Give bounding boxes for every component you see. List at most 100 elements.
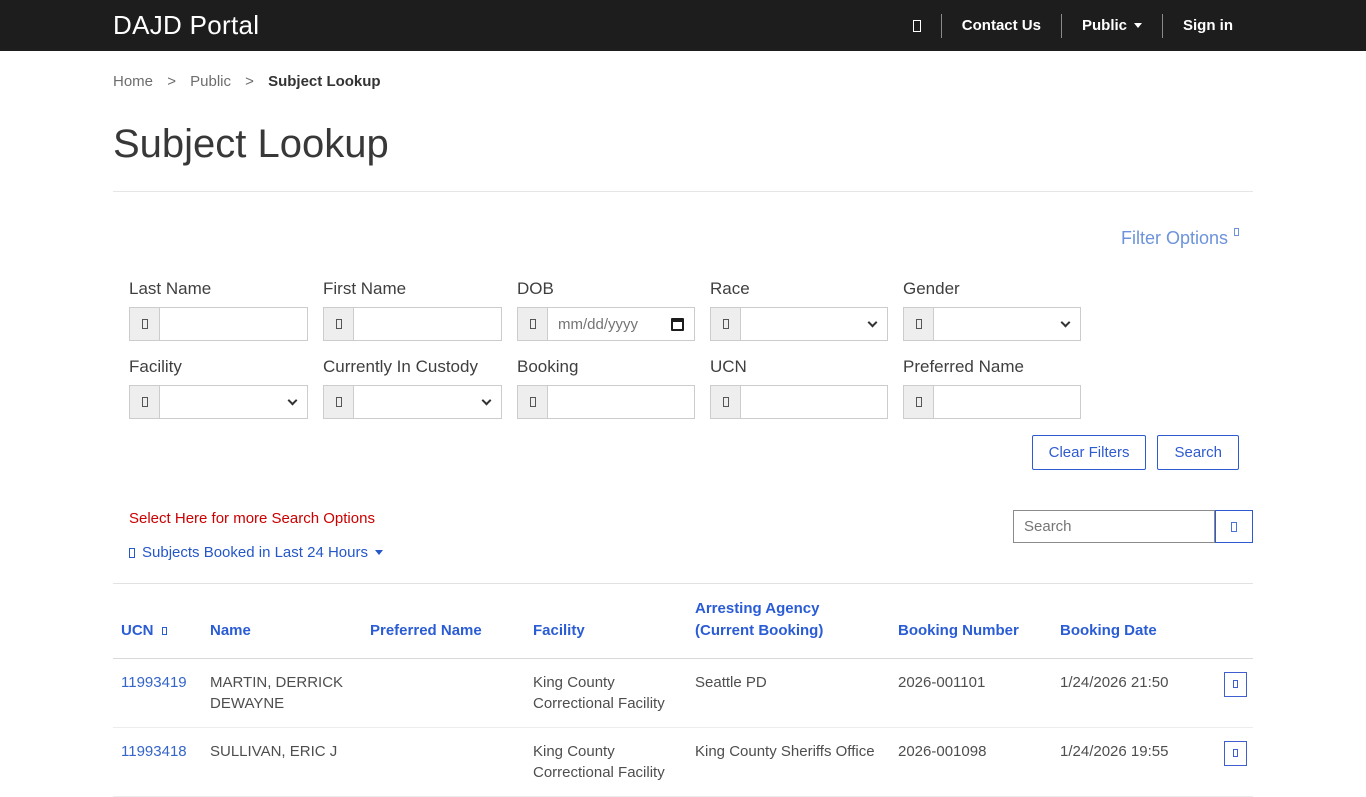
column-header-name[interactable]: Name bbox=[202, 584, 362, 659]
filter-field-facility: Facility bbox=[129, 357, 308, 419]
field-label: DOB bbox=[517, 279, 554, 298]
field-label: Last Name bbox=[129, 279, 212, 298]
filter-field-first-name: First Name bbox=[323, 279, 502, 341]
dob-date-input[interactable]: mm/dd/yyyy bbox=[548, 308, 694, 340]
field-label: UCN bbox=[710, 357, 747, 376]
last-name-input[interactable] bbox=[160, 308, 307, 340]
sort-icon[interactable] bbox=[161, 626, 167, 635]
first-name-input[interactable] bbox=[354, 308, 501, 340]
clear-filters-button[interactable]: Clear Filters bbox=[1031, 435, 1147, 470]
input-addon bbox=[518, 308, 548, 340]
breadcrumb-current: Subject Lookup bbox=[268, 73, 381, 90]
date-placeholder: mm/dd/yyyy bbox=[558, 315, 639, 333]
list-icon bbox=[129, 547, 135, 558]
facility-select[interactable] bbox=[160, 386, 307, 418]
chevron-down-icon bbox=[867, 317, 878, 328]
booking-input[interactable] bbox=[548, 386, 694, 418]
currently-in-custody-select[interactable] bbox=[354, 386, 501, 418]
table-row: 11993418 SULLIVAN, ERIC J King County Co… bbox=[113, 727, 1253, 797]
table-header-row: UCN Name Preferred Name Facility Arresti… bbox=[113, 584, 1253, 659]
field-label: Preferred Name bbox=[903, 357, 1024, 376]
race-select[interactable] bbox=[741, 308, 887, 340]
input-addon-icon bbox=[141, 397, 148, 407]
table-search-input[interactable] bbox=[1013, 510, 1215, 543]
breadcrumb-public[interactable]: Public bbox=[190, 73, 231, 90]
input-addon-icon bbox=[335, 319, 342, 329]
row-action-button[interactable] bbox=[1224, 740, 1247, 766]
field-label: Facility bbox=[129, 357, 182, 376]
brand-link[interactable]: DAJD Portal bbox=[113, 10, 259, 41]
preferred-name-cell bbox=[362, 658, 525, 728]
breadcrumb: Home > Public > Subject Lookup bbox=[113, 73, 1253, 90]
booking-number-cell: 2026-001098 bbox=[890, 727, 1052, 797]
ucn-link[interactable]: 11993418 bbox=[121, 743, 187, 760]
column-header-facility[interactable]: Facility bbox=[525, 584, 687, 659]
filter-options-icon bbox=[1234, 228, 1239, 236]
breadcrumb-separator: > bbox=[167, 73, 176, 90]
filter-field-currently-in-custody: Currently In Custody bbox=[323, 357, 502, 419]
column-header-actions bbox=[1216, 584, 1253, 659]
breadcrumb-home[interactable]: Home bbox=[113, 73, 153, 90]
input-addon bbox=[324, 386, 354, 418]
caret-down-icon bbox=[374, 550, 383, 555]
row-action-button[interactable] bbox=[1224, 671, 1247, 697]
calendar-icon[interactable] bbox=[671, 317, 684, 331]
facility-cell: King County Correctional Facility bbox=[525, 658, 687, 728]
booking-number-cell: 2026-001101 bbox=[890, 658, 1052, 728]
input-addon bbox=[324, 308, 354, 340]
input-addon bbox=[711, 308, 741, 340]
booking-date-cell: 1/24/2026 19:55 bbox=[1052, 727, 1216, 797]
results-table: UCN Name Preferred Name Facility Arresti… bbox=[113, 584, 1253, 797]
row-action-icon bbox=[1233, 680, 1238, 688]
input-addon-icon bbox=[141, 319, 148, 329]
ucn-input[interactable] bbox=[741, 386, 887, 418]
ucn-link[interactable]: 11993419 bbox=[121, 674, 187, 691]
input-addon bbox=[518, 386, 548, 418]
arresting-agency-cell: King County Sheriffs Office bbox=[687, 727, 890, 797]
subjects-booked-24h-dropdown[interactable]: Subjects Booked in Last 24 Hours bbox=[129, 544, 383, 561]
filter-field-booking: Booking bbox=[517, 357, 695, 419]
name-cell: SULLIVAN, ERIC J bbox=[202, 727, 362, 797]
input-addon-icon bbox=[722, 319, 729, 329]
filter-field-preferred-name: Preferred Name bbox=[903, 357, 1081, 419]
field-label: Booking bbox=[517, 357, 579, 376]
more-search-options-link[interactable]: Select Here for more Search Options bbox=[129, 510, 383, 527]
caret-down-icon bbox=[1134, 23, 1142, 28]
column-header-ucn[interactable]: UCN bbox=[113, 584, 202, 659]
input-addon bbox=[711, 386, 741, 418]
nav-item-contact-us[interactable]: Contact Us bbox=[942, 17, 1061, 34]
input-addon-icon bbox=[529, 397, 536, 407]
nav-item-public-dropdown[interactable]: Public bbox=[1062, 17, 1162, 34]
search-button[interactable]: Search bbox=[1157, 435, 1239, 470]
input-addon bbox=[904, 308, 934, 340]
table-row: 11993419 MARTIN, DERRICK DEWAYNE King Co… bbox=[113, 658, 1253, 728]
column-header-preferred-name[interactable]: Preferred Name bbox=[362, 584, 525, 659]
filter-field-last-name: Last Name bbox=[129, 279, 308, 341]
booking-date-cell: 1/24/2026 21:50 bbox=[1052, 658, 1216, 728]
navbar-menu: Contact Us Public Sign in bbox=[893, 13, 1253, 38]
gender-select[interactable] bbox=[934, 308, 1080, 340]
filter-form: Last Name First Name DOB mm/dd/yyyy Race… bbox=[129, 279, 1253, 419]
field-label: Currently In Custody bbox=[323, 357, 478, 376]
preferred-name-input[interactable] bbox=[934, 386, 1080, 418]
search-icon bbox=[1231, 521, 1237, 532]
name-cell: MARTIN, DERRICK DEWAYNE bbox=[202, 658, 362, 728]
input-addon-icon bbox=[915, 319, 922, 329]
chevron-down-icon bbox=[481, 395, 492, 406]
chevron-down-icon bbox=[1060, 317, 1071, 328]
preferred-name-cell bbox=[362, 727, 525, 797]
input-addon-icon bbox=[335, 397, 342, 407]
column-header-arresting-agency[interactable]: Arresting Agency (Current Booking) bbox=[687, 584, 890, 659]
breadcrumb-separator: > bbox=[245, 73, 254, 90]
input-addon bbox=[904, 386, 934, 418]
input-addon bbox=[130, 386, 160, 418]
nav-item-sign-in[interactable]: Sign in bbox=[1163, 17, 1253, 34]
input-addon-icon bbox=[529, 319, 536, 329]
navbar-glyph-button[interactable] bbox=[893, 19, 941, 32]
column-header-booking-date[interactable]: Booking Date bbox=[1052, 584, 1216, 659]
table-search-button[interactable] bbox=[1215, 510, 1253, 543]
filter-options-toggle[interactable]: Filter Options bbox=[1121, 228, 1239, 248]
filter-field-race: Race bbox=[710, 279, 888, 341]
column-header-booking-number[interactable]: Booking Number bbox=[890, 584, 1052, 659]
filter-field-gender: Gender bbox=[903, 279, 1081, 341]
